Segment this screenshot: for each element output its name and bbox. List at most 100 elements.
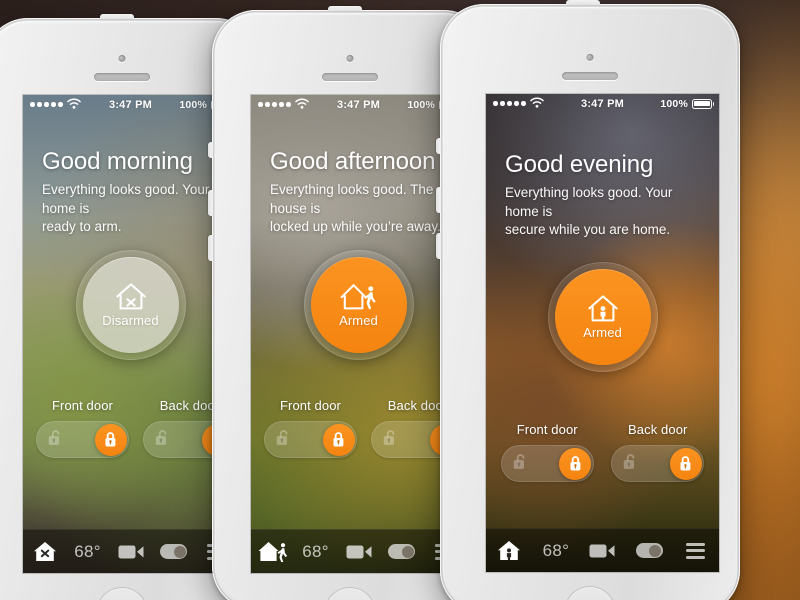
temperature-label: 68° [74, 541, 101, 561]
house-home-icon [587, 294, 619, 323]
earpiece-speaker [94, 73, 150, 81]
status-bar: 3:47 PM 100% [23, 95, 238, 114]
greeting-subtitle: Everything looks good. Your home is read… [42, 182, 210, 235]
temperature-label: 68° [542, 540, 570, 560]
tab-thermostat[interactable]: 68° [66, 530, 109, 573]
tab-thermostat[interactable]: 68° [533, 529, 580, 572]
door-lock-front: Front door [499, 422, 596, 482]
volume-up-button[interactable] [208, 190, 213, 216]
greeting-subtitle: Everything looks good. The house is lock… [270, 182, 441, 235]
status-bar: 3:47 PM 100% [486, 94, 719, 113]
lock-toggle[interactable] [36, 421, 129, 458]
status-bar: 3:47 PM 100% [251, 95, 466, 114]
wifi-icon [294, 98, 309, 112]
greeting-title: Good morning [42, 148, 193, 175]
door-lock-back: Back door [610, 422, 707, 482]
volume-down-button[interactable] [208, 235, 213, 261]
front-camera-icon [346, 55, 354, 62]
arm-button-ring: Disarmed [75, 250, 186, 360]
earpiece-speaker [562, 72, 618, 80]
signal-strength-dots [493, 101, 526, 106]
house-x-icon [33, 541, 57, 562]
silent-switch[interactable] [208, 142, 213, 158]
bottom-tab-bar: 68° [23, 529, 238, 573]
lock-toggle[interactable] [264, 421, 357, 458]
tab-home[interactable] [251, 530, 294, 573]
wifi-icon [66, 98, 81, 112]
greeting-block: Good afternoon Everything looks good. The… [270, 149, 452, 237]
unlock-icon [513, 452, 528, 474]
tab-home[interactable] [486, 529, 533, 572]
phone-mockup-evening: 3:47 PM 100% Good evening Everything looks … [436, 0, 740, 600]
greeting-block: Good evening Everything looks good. Your … [505, 152, 705, 240]
hamburger-icon [686, 542, 706, 559]
greeting-block: Good morning Everything looks good. Your … [42, 149, 224, 237]
front-camera-icon [586, 54, 594, 61]
status-bar-left [493, 97, 544, 111]
tab-switches[interactable] [626, 529, 673, 572]
door-locks-section: Front door Back door [499, 422, 706, 482]
phone-screen: 3:47 PM 100% Good afternoon Everything look… [251, 95, 466, 573]
door-lock-front: Front door [264, 398, 357, 458]
bottom-tab-bar: 68° [486, 528, 719, 572]
power-button[interactable] [566, 0, 600, 5]
signal-strength-dots [258, 102, 291, 107]
greeting-title: Good afternoon [270, 148, 436, 175]
tab-switches[interactable] [380, 530, 423, 573]
arm-button-ring: Armed [303, 250, 414, 360]
bottom-tab-bar: 68° [251, 529, 466, 573]
battery-percent-label: 100% [660, 97, 688, 110]
video-camera-icon [118, 543, 144, 560]
lock-icon[interactable] [94, 423, 127, 456]
video-camera-icon [589, 542, 615, 559]
volume-up-button[interactable] [436, 187, 441, 213]
lock-toggle[interactable] [611, 445, 705, 482]
tab-cameras[interactable] [109, 530, 152, 573]
door-label: Front door [52, 398, 113, 413]
tab-menu[interactable] [672, 529, 719, 572]
signal-strength-dots [30, 102, 63, 107]
phone-screen: 3:47 PM 100% Good morning Everything looks … [23, 95, 238, 573]
battery-percent-label: 100% [179, 98, 207, 111]
unlock-icon [623, 452, 638, 474]
tab-cameras[interactable] [579, 529, 626, 572]
phone-screen: 3:47 PM 100% Good evening Everything looks … [486, 94, 719, 572]
temperature-label: 68° [302, 541, 329, 561]
door-label: Front door [280, 398, 341, 413]
arm-button-ring: Armed [547, 262, 658, 372]
wifi-icon [529, 97, 544, 111]
volume-down-button[interactable] [436, 232, 441, 259]
tab-home[interactable] [23, 530, 66, 573]
tab-switches[interactable] [152, 530, 195, 573]
arm-state-label: Armed [583, 324, 622, 340]
status-bar-left [258, 98, 309, 112]
tab-cameras[interactable] [337, 530, 380, 573]
arm-control-wrapper: Armed [303, 250, 414, 360]
door-label: Back door [159, 398, 220, 413]
greeting-subtitle: Everything looks good. Your home is secu… [505, 185, 673, 238]
arm-state-label: Disarmed [102, 312, 159, 328]
toggle-icon [635, 543, 663, 558]
status-bar-left [30, 98, 81, 112]
house-x-icon [115, 282, 147, 311]
lock-icon[interactable] [669, 447, 702, 480]
tab-thermostat[interactable]: 68° [294, 530, 337, 573]
unlock-icon [383, 428, 398, 450]
lock-toggle[interactable] [500, 445, 594, 482]
door-label: Back door [387, 398, 448, 413]
power-button[interactable] [327, 6, 362, 11]
silent-switch[interactable] [436, 138, 441, 155]
arm-toggle-button[interactable]: Disarmed [82, 257, 179, 353]
door-label: Back door [628, 422, 688, 437]
front-camera-icon [118, 55, 126, 62]
door-locks-section: Front door Back door [36, 398, 236, 458]
arm-toggle-button[interactable]: Armed [554, 269, 651, 365]
toggle-icon [388, 544, 415, 559]
power-button[interactable] [99, 14, 134, 19]
lock-icon[interactable] [559, 447, 592, 480]
lock-icon[interactable] [322, 423, 355, 456]
unlock-icon [155, 428, 170, 450]
earpiece-speaker [322, 73, 378, 81]
battery-percent-label: 100% [407, 98, 435, 111]
arm-toggle-button[interactable]: Armed [310, 257, 407, 353]
